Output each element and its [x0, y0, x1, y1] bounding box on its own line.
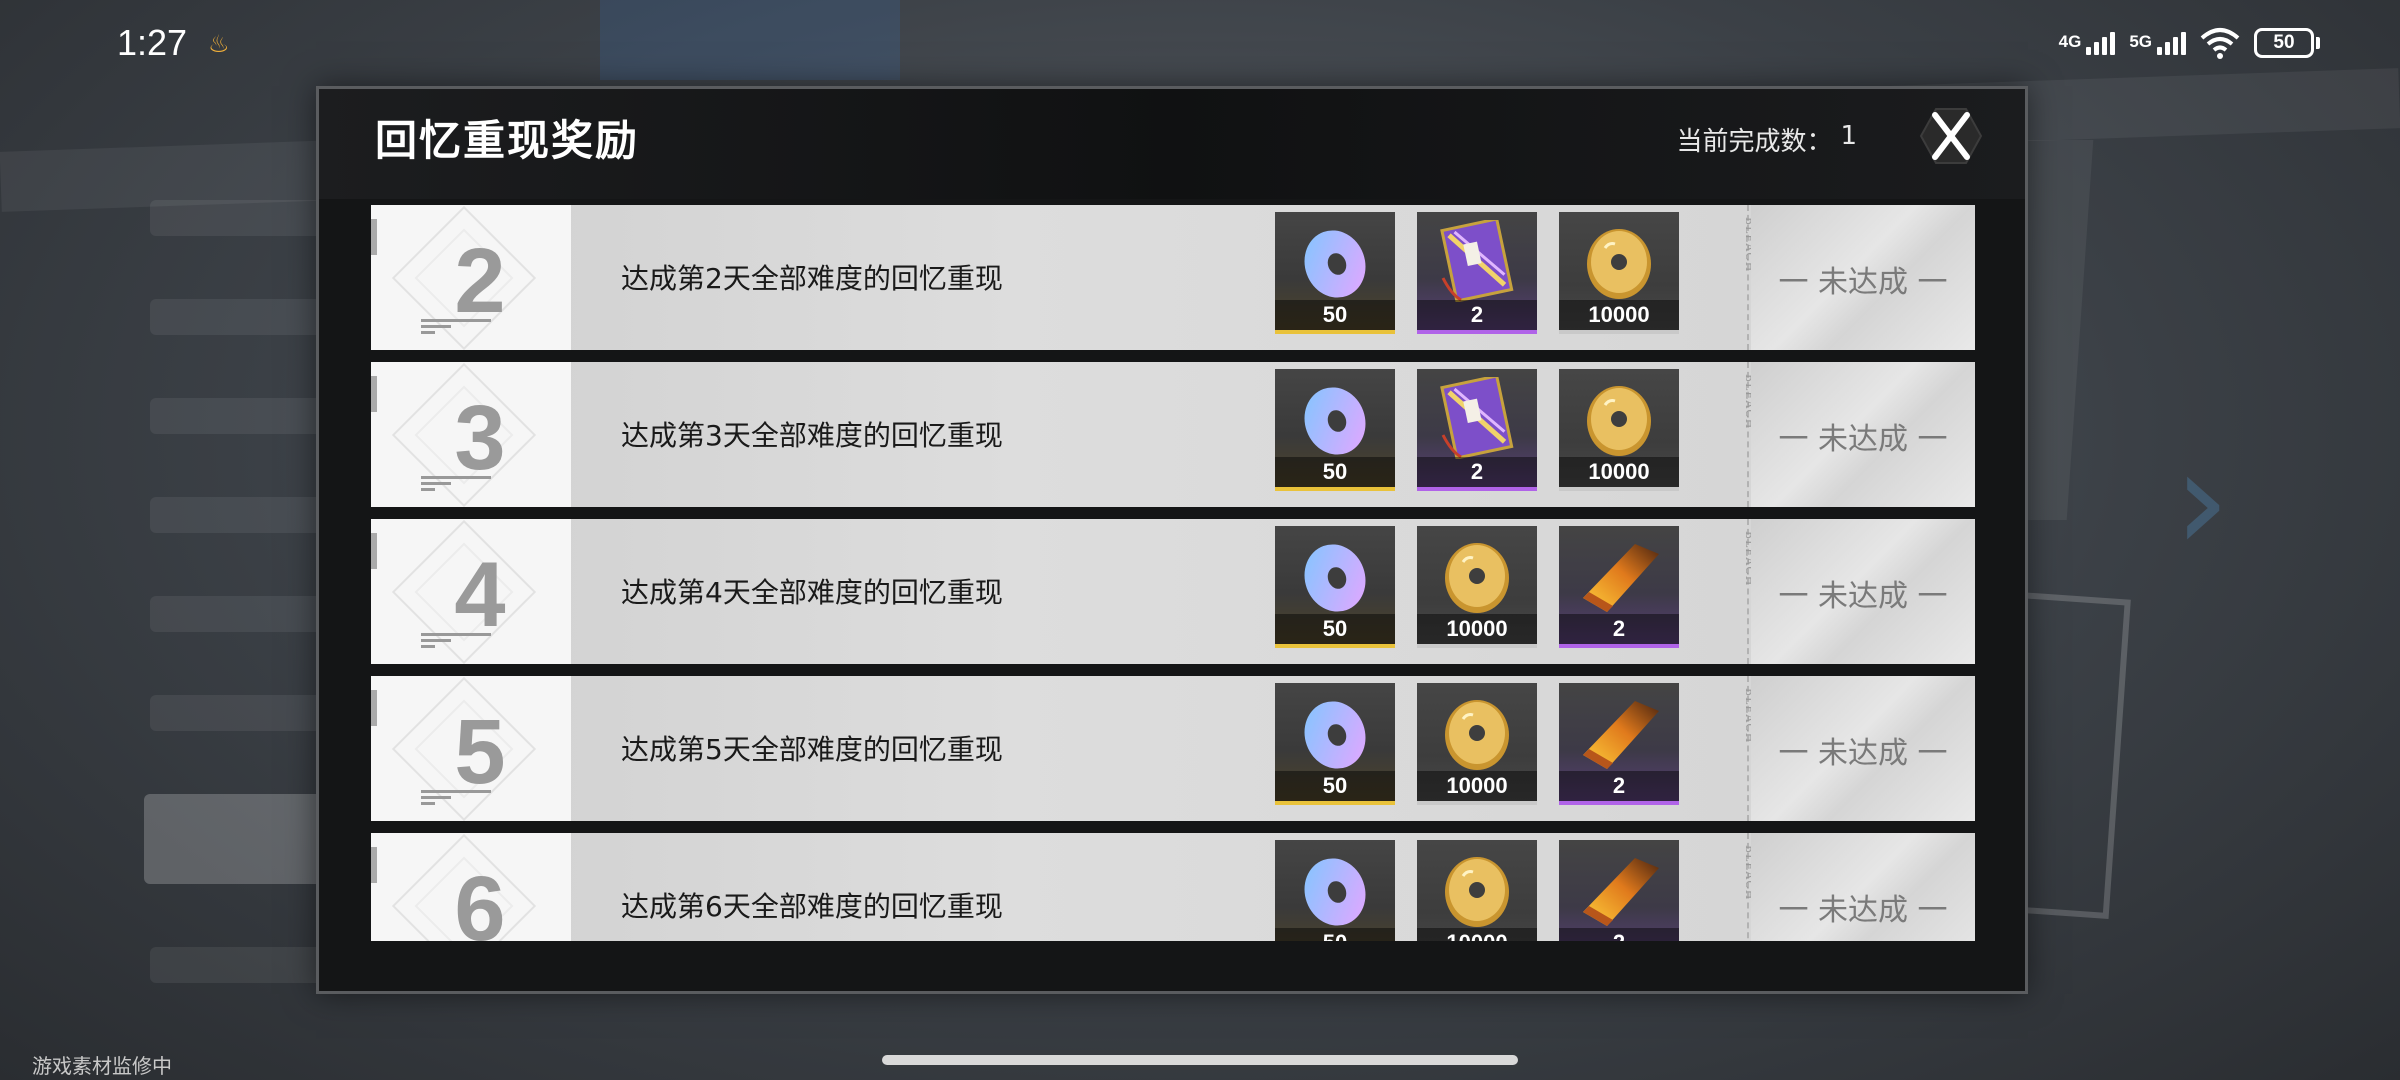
row-task-text: 达成第2天全部难度的回忆重现	[621, 262, 1003, 295]
not-achieved-label: 一 未达成 一	[1778, 736, 1948, 771]
row-task-text: 达成第4天全部难度的回忆重现	[621, 576, 1003, 609]
home-indicator[interactable]	[882, 1055, 1518, 1065]
reward-item[interactable]: 2	[1417, 369, 1537, 491]
reward-quantity: 2	[1417, 300, 1537, 330]
row-index-badge: 4	[371, 519, 571, 664]
row-task-text: 达成第3天全部难度的回忆重现	[621, 419, 1003, 452]
background-chevron-icon: ›	[2174, 420, 2230, 583]
reward-dialog: 回忆重现奖励 当前完成数： 1 2 达成第2天全部难度的回忆重现 50 2 10000 B…	[316, 86, 2028, 994]
reward-items: 50 10000 2	[1275, 683, 1679, 805]
completion-count: 当前完成数： 1	[1676, 121, 1857, 158]
reward-quantity: 10000	[1559, 457, 1679, 487]
reward-row: 3 达成第3天全部难度的回忆重现 50 2 10000 BLEACH 一 未达成 一	[371, 362, 1975, 507]
status-icons: 4G 5G 50	[2059, 26, 2320, 60]
reward-item[interactable]: 10000	[1559, 369, 1679, 491]
reward-items: 50 2 10000	[1275, 212, 1679, 334]
not-achieved-label: 一 未达成 一	[1778, 893, 1948, 928]
row-index-badge: 6	[371, 833, 571, 941]
reward-row: 5 达成第5天全部难度的回忆重现 50 10000 2 BLEACH 一 未达成 一	[371, 676, 1975, 821]
status-zone: 一 未达成 一	[1751, 833, 1975, 941]
completion-count-value: 1	[1840, 121, 1857, 151]
reward-item[interactable]: 2	[1559, 526, 1679, 648]
row-index-badge: 3	[371, 362, 571, 507]
reward-quantity: 50	[1275, 457, 1395, 487]
row-task-text: 达成第5天全部难度的回忆重现	[621, 733, 1003, 766]
reward-items: 50 10000 2	[1275, 526, 1679, 648]
row-index-badge: 5	[371, 676, 571, 821]
wifi-icon	[2200, 26, 2240, 60]
reward-quantity: 50	[1275, 928, 1395, 941]
completion-count-label: 当前完成数：	[1676, 127, 1833, 157]
reward-quantity: 10000	[1559, 300, 1679, 330]
reward-quantity: 50	[1275, 614, 1395, 644]
reward-list[interactable]: 2 达成第2天全部难度的回忆重现 50 2 10000 BLEACH 一 未达成 一 3 达成第…	[371, 205, 1975, 941]
bottom-note: 游戏素材监修中	[32, 1054, 172, 1078]
reward-quantity: 10000	[1417, 771, 1537, 801]
reward-item[interactable]: 50	[1275, 369, 1395, 491]
not-achieved-label: 一 未达成 一	[1778, 422, 1948, 457]
flame-icon: ♨	[208, 30, 230, 58]
reward-quantity: 2	[1559, 614, 1679, 644]
reward-row: 6达成第6天全部难度的回忆重现50100002BLEACH一 未达成 一	[371, 833, 1975, 941]
dialog-header: 回忆重现奖励 当前完成数： 1	[319, 89, 2025, 199]
signal-5g-icon: 5G	[2129, 31, 2186, 55]
reward-item[interactable]: 10000	[1417, 683, 1537, 805]
row-task-text: 达成第6天全部难度的回忆重现	[621, 890, 1003, 923]
reward-quantity: 50	[1275, 771, 1395, 801]
status-zone: 一 未达成 一	[1751, 676, 1975, 821]
reward-items: 50 10000 2	[1275, 840, 1679, 941]
reward-quantity: 2	[1559, 771, 1679, 801]
dialog-title: 回忆重现奖励	[375, 116, 640, 165]
reward-quantity: 2	[1559, 928, 1679, 941]
reward-item[interactable]: 10000	[1559, 212, 1679, 334]
status-zone: 一 未达成 一	[1751, 519, 1975, 664]
row-index-number: 6	[454, 858, 506, 941]
reward-item[interactable]: 50	[1275, 683, 1395, 805]
signal-4g-icon: 4G	[2059, 31, 2116, 55]
reward-item[interactable]: 50	[1275, 212, 1395, 334]
not-achieved-label: 一 未达成 一	[1778, 579, 1948, 614]
reward-item[interactable]: 2	[1559, 683, 1679, 805]
reward-quantity: 10000	[1417, 928, 1537, 941]
battery-icon: 50	[2254, 28, 2320, 58]
row-index-badge: 2	[371, 205, 571, 350]
status-zone: 一 未达成 一	[1751, 362, 1975, 507]
reward-item[interactable]: 10000	[1417, 840, 1537, 941]
reward-quantity: 10000	[1417, 614, 1537, 644]
reward-row: 2 达成第2天全部难度的回忆重现 50 2 10000 BLEACH 一 未达成 一	[371, 205, 1975, 350]
reward-quantity: 2	[1417, 457, 1537, 487]
not-achieved-label: 一 未达成 一	[1778, 265, 1948, 300]
close-button[interactable]	[1911, 101, 1991, 171]
reward-item[interactable]: 10000	[1417, 526, 1537, 648]
reward-quantity: 50	[1275, 300, 1395, 330]
reward-item[interactable]: 50	[1275, 840, 1395, 941]
reward-row: 4 达成第4天全部难度的回忆重现 50 10000 2 BLEACH 一 未达成 一	[371, 519, 1975, 664]
reward-item[interactable]: 2	[1559, 840, 1679, 941]
reward-item[interactable]: 2	[1417, 212, 1537, 334]
close-x-icon	[1919, 108, 1983, 164]
status-time: 1:27	[117, 22, 188, 63]
reward-items: 50 2 10000	[1275, 369, 1679, 491]
reward-item[interactable]: 50	[1275, 526, 1395, 648]
status-zone: 一 未达成 一	[1751, 205, 1975, 350]
